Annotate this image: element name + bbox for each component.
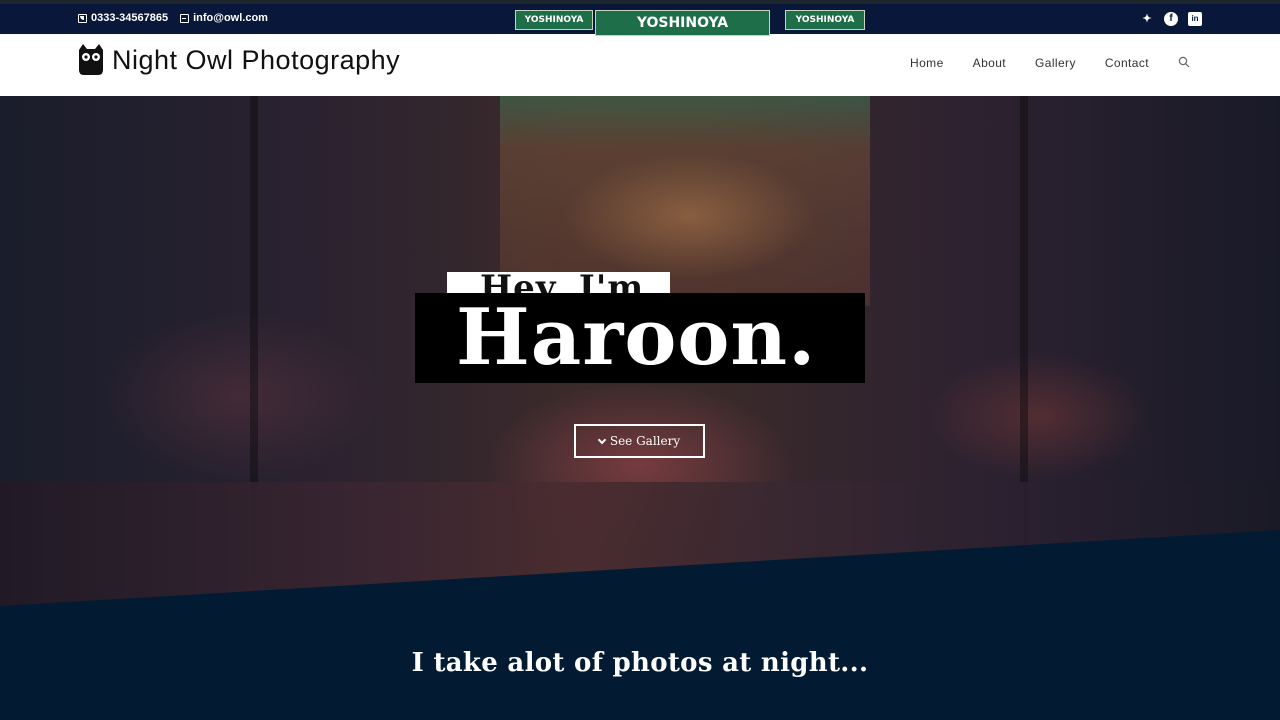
main-nav: Home About Gallery Contact (910, 56, 1190, 70)
site-logo[interactable]: Night Owl Photography (77, 44, 400, 76)
hero-name: Haroon. (456, 292, 817, 383)
nav-item-gallery[interactable]: Gallery (1035, 56, 1076, 70)
twitter-icon[interactable]: ✦ (1140, 12, 1154, 26)
phone-number[interactable]: 0333-34567865 (91, 12, 168, 24)
email-icon (180, 13, 190, 23)
email-address[interactable]: info@owl.com (193, 12, 268, 24)
section-tagline: I take alot of photos at night... (411, 648, 869, 678)
linkedin-icon[interactable]: in (1188, 12, 1202, 26)
nav-item-home[interactable]: Home (910, 56, 944, 70)
search-icon[interactable] (1178, 56, 1190, 68)
store-sign: YOSHINOYA (595, 10, 770, 36)
brand-name: Night Owl Photography (112, 44, 401, 75)
site-header: Night Owl Photography Home About Gallery… (0, 34, 1280, 96)
see-gallery-label: See Gallery (609, 434, 681, 448)
social-links: ✦ f in (1140, 12, 1202, 26)
contact-info: 0333-34567865 info@owl.com (78, 12, 268, 24)
owl-logo-icon (79, 44, 103, 75)
facebook-icon[interactable]: f (1164, 12, 1178, 26)
store-sign: YOSHINOYA (785, 10, 865, 30)
nav-item-about[interactable]: About (973, 56, 1006, 70)
phone-icon (78, 13, 87, 23)
store-sign: YOSHINOYA (515, 10, 593, 30)
see-gallery-button[interactable]: See Gallery (574, 424, 705, 458)
nav-item-contact[interactable]: Contact (1105, 56, 1149, 70)
chevron-down-icon (597, 435, 607, 444)
